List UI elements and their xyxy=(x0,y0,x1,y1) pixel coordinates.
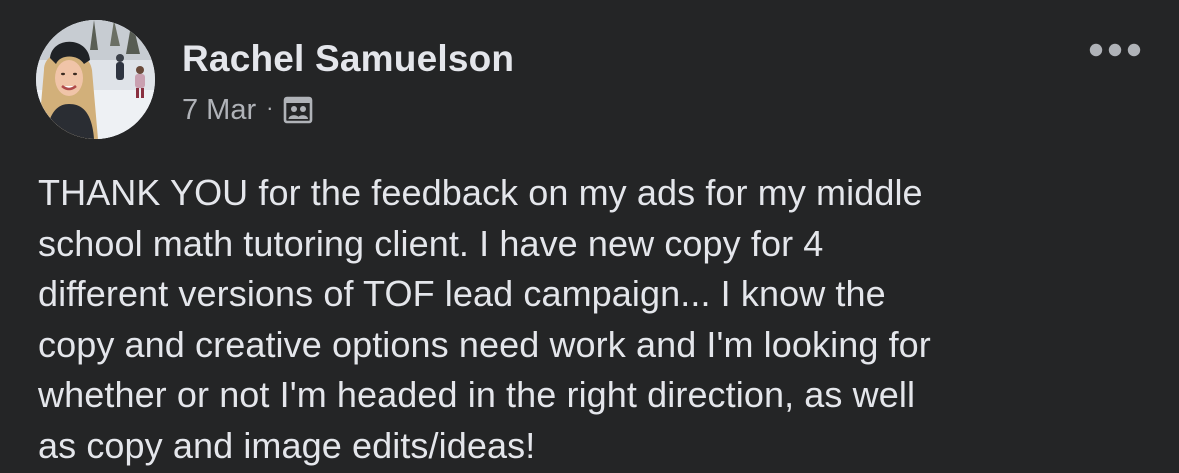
post-meta: 7 Mar · xyxy=(182,92,314,128)
post-text-line: THANK YOU for the feedback on my ads for… xyxy=(38,172,923,213)
post-text-line: whether or not I'm headed in the right d… xyxy=(38,374,916,415)
author-name[interactable]: Rachel Samuelson xyxy=(182,38,514,80)
post-text-line: copy and creative options need work and … xyxy=(38,323,931,365)
post-body-text: THANK YOU for the feedback on my ads for… xyxy=(38,168,1148,471)
post-text-line: as copy and image edits/ideas! xyxy=(38,424,536,466)
group-members-icon xyxy=(282,94,314,126)
post-timestamp[interactable]: 7 Mar xyxy=(182,94,256,127)
post-text-line: different versions of TOF lead campaign.… xyxy=(38,273,886,314)
author-avatar[interactable] xyxy=(36,20,155,139)
avatar-photo xyxy=(36,20,155,139)
feed-post: Rachel Samuelson 7 Mar · THANK YOU for t… xyxy=(0,0,1179,473)
more-options-button[interactable] xyxy=(1086,36,1144,64)
post-text-line: school math tutoring client. I have new … xyxy=(38,222,824,264)
more-options-icon xyxy=(1089,43,1141,57)
meta-separator: · xyxy=(266,95,274,120)
